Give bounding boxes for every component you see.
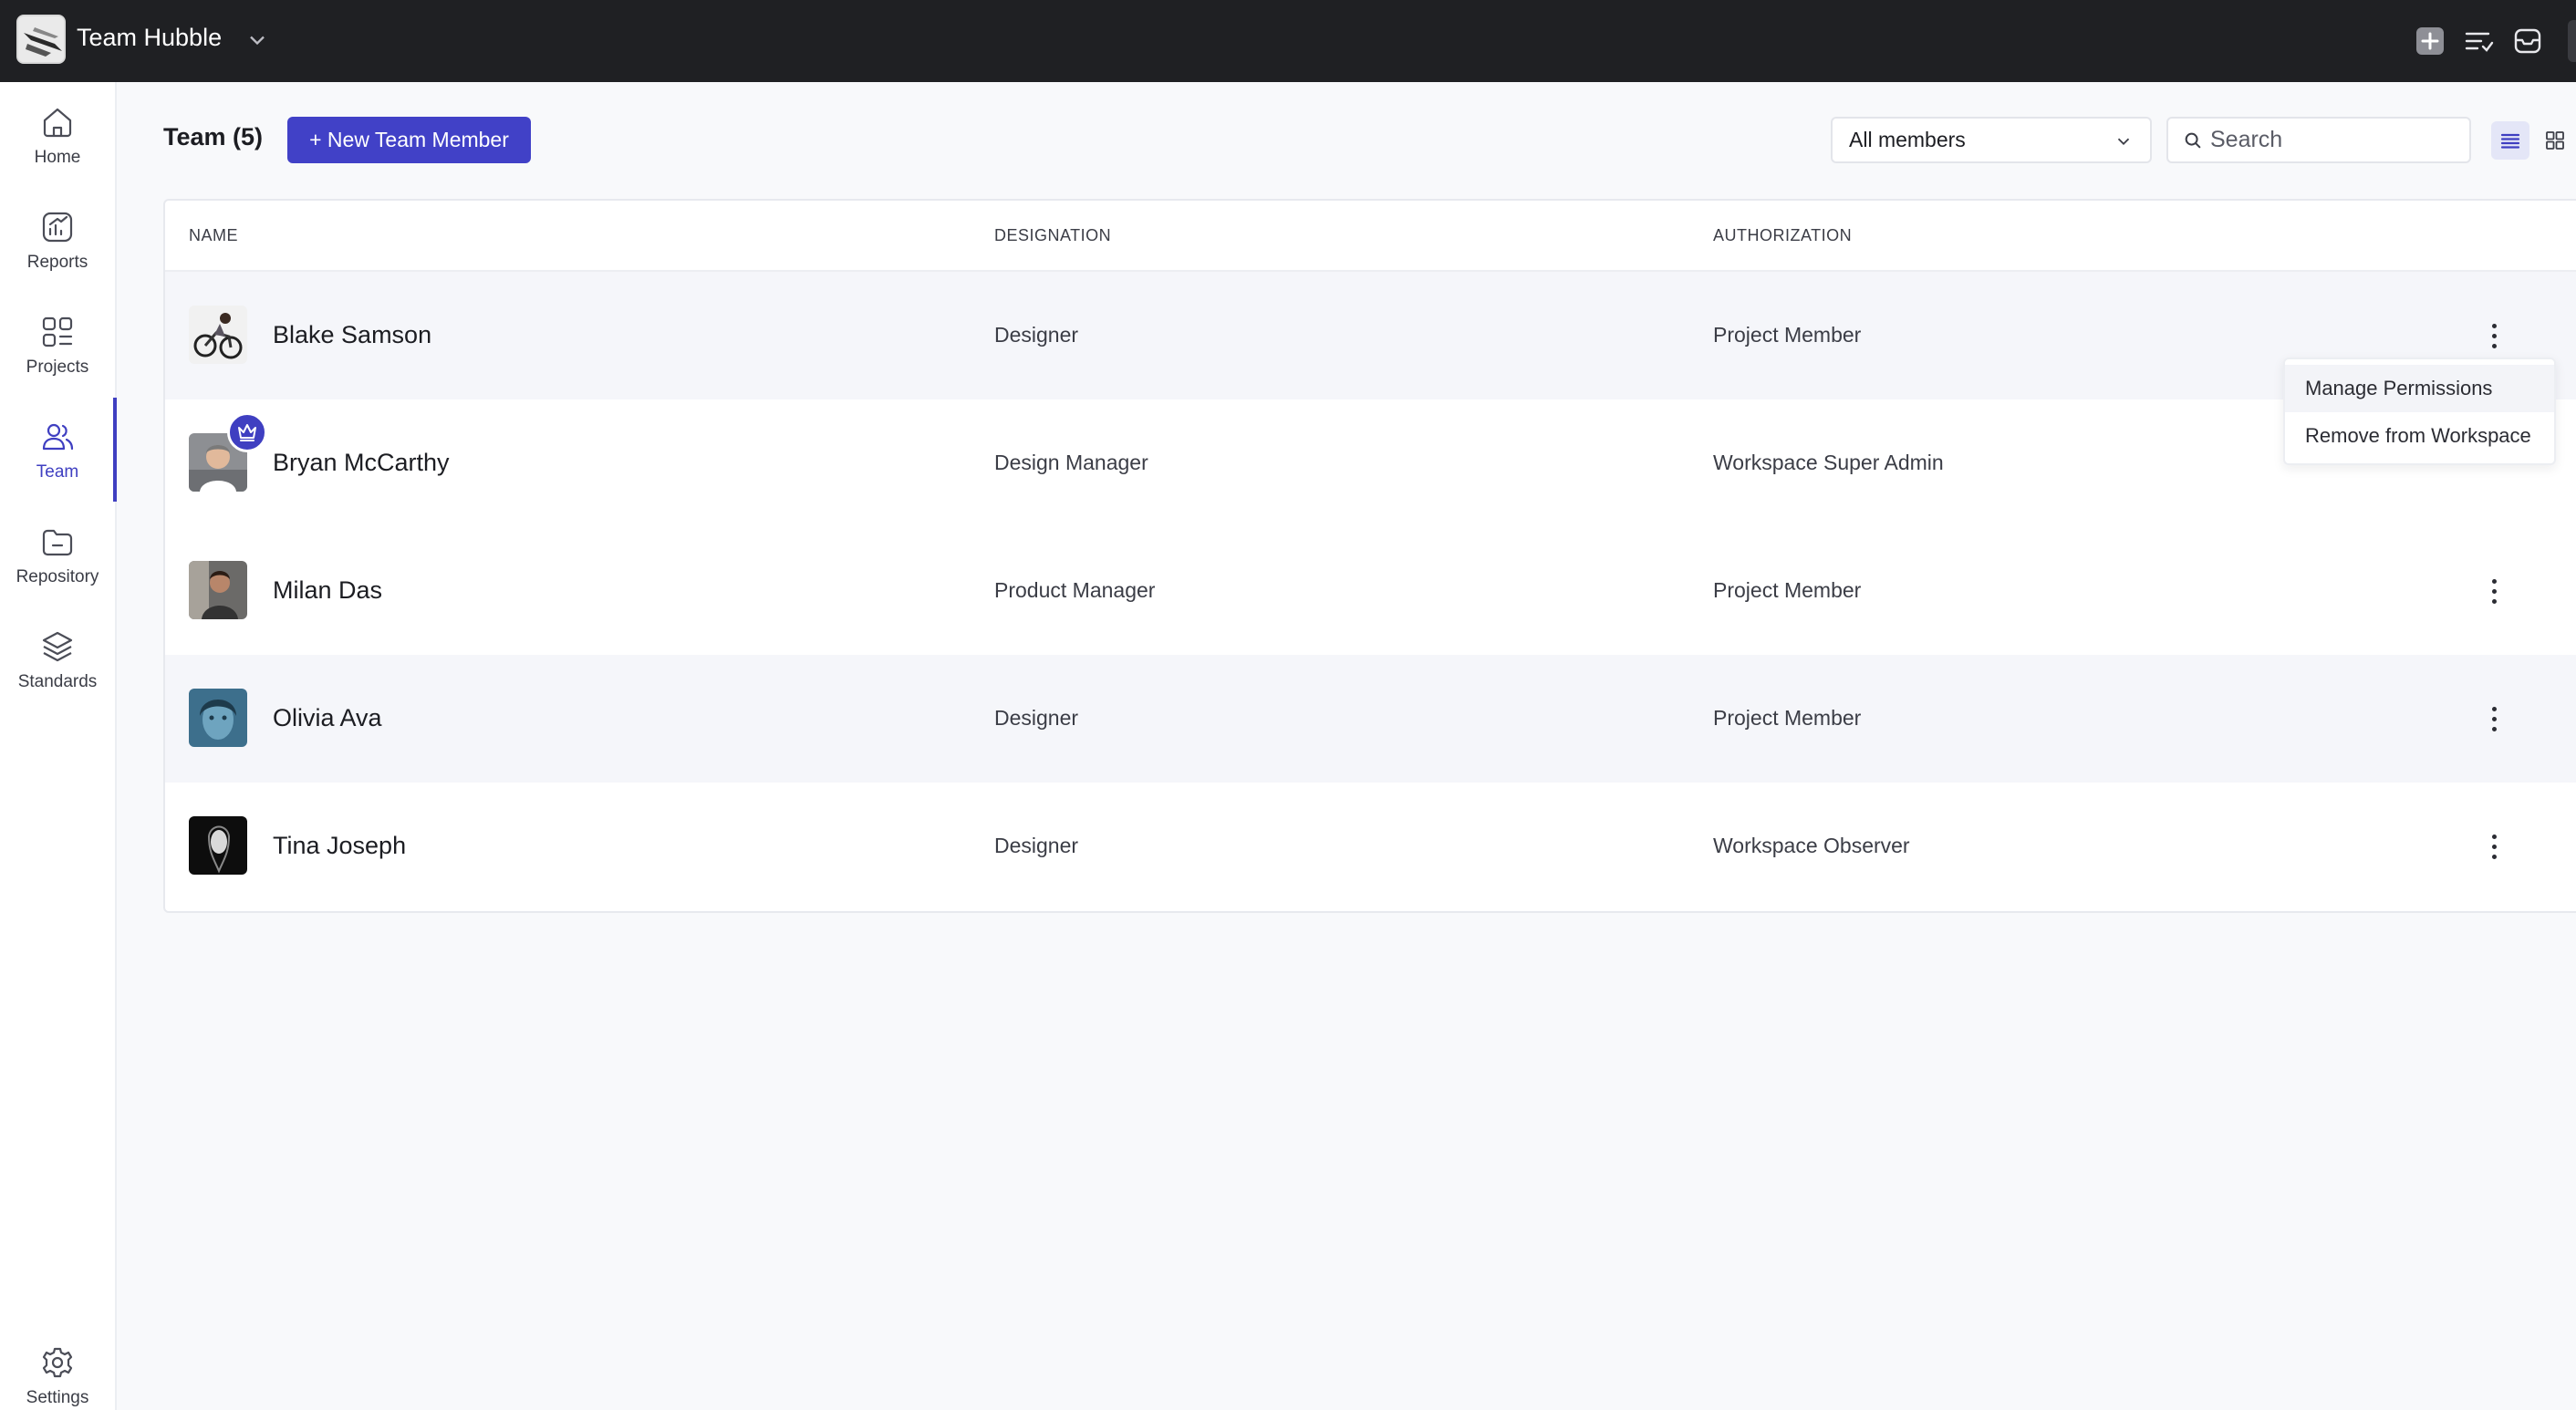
member-name[interactable]: Olivia Ava: [273, 704, 382, 732]
workspace-name[interactable]: Team Hubble: [77, 24, 222, 52]
member-designation: Designer: [994, 706, 1079, 730]
search-box[interactable]: [2166, 117, 2471, 163]
filter-selected-value: All members: [1849, 128, 1966, 151]
search-icon: [2185, 132, 2201, 148]
gear-icon: [42, 1347, 73, 1378]
layers-icon: [42, 631, 73, 662]
grid-view-icon: [2546, 131, 2564, 150]
new-team-member-button[interactable]: + New Team Member: [287, 117, 531, 163]
chevron-down-icon: [2117, 138, 2130, 146]
sidebar: Home Reports Projects Team Repository St…: [0, 82, 117, 1410]
page-title: Team (5): [163, 123, 264, 150]
avatar: [189, 306, 247, 364]
home-icon: [43, 108, 72, 138]
workspace-logo[interactable]: [16, 15, 66, 64]
sidebar-item-label: Home: [34, 148, 81, 167]
sidebar-item-home[interactable]: Home: [0, 100, 115, 192]
member-authorization: Project Member: [1713, 323, 1862, 347]
member-authorization: Workspace Observer: [1713, 834, 1910, 857]
grid-view-button[interactable]: [2536, 121, 2574, 160]
task-list-icon[interactable]: [2463, 25, 2496, 57]
row-actions-menu-button[interactable]: [2476, 699, 2512, 739]
table-row[interactable]: Tina Joseph Designer Workspace Observer: [165, 783, 2576, 910]
table-row[interactable]: Blake Samson Designer Project Member: [165, 272, 2576, 399]
member-authorization: Project Member: [1713, 706, 1862, 730]
table-row[interactable]: Milan Das Product Manager Project Member: [165, 527, 2576, 655]
sidebar-item-label: Repository: [16, 567, 99, 586]
team-table: NAME DESIGNATION AUTHORIZATION Blake Sam…: [163, 199, 2576, 913]
inbox-icon[interactable]: [2511, 25, 2544, 57]
member-authorization: Project Member: [1713, 578, 1862, 602]
sidebar-item-label: Reports: [26, 253, 88, 272]
list-view-icon: [2500, 133, 2520, 149]
member-authorization: Workspace Super Admin: [1713, 451, 1944, 474]
sidebar-item-label: Settings: [26, 1388, 89, 1407]
row-actions-menu-button[interactable]: [2476, 826, 2512, 866]
projects-icon: [42, 316, 73, 347]
member-filter-select[interactable]: All members: [1831, 117, 2152, 163]
sidebar-item-repository[interactable]: Repository: [0, 520, 115, 611]
sidebar-item-label: Standards: [17, 672, 98, 691]
member-name[interactable]: Bryan McCarthy: [273, 449, 450, 477]
sidebar-item-team[interactable]: Team: [0, 415, 115, 506]
row-actions-dropdown: Manage Permissions Remove from Workspace: [2283, 358, 2556, 465]
folder-icon: [42, 529, 73, 556]
member-designation: Design Manager: [994, 451, 1148, 474]
member-name[interactable]: Milan Das: [273, 576, 382, 605]
row-actions-menu-button[interactable]: [2476, 571, 2512, 611]
column-header-name[interactable]: NAME: [189, 226, 238, 245]
member-designation: Designer: [994, 323, 1079, 347]
sidebar-item-reports[interactable]: Reports: [0, 205, 115, 296]
row-actions-menu-button[interactable]: [2476, 316, 2512, 356]
chevron-down-icon[interactable]: [244, 27, 270, 53]
avatar: [189, 816, 247, 875]
sidebar-item-settings[interactable]: Settings: [0, 1341, 115, 1410]
reports-icon: [42, 212, 73, 243]
table-row[interactable]: Olivia Ava Designer Project Member: [165, 655, 2576, 783]
sidebar-item-standards[interactable]: Standards: [0, 625, 115, 716]
search-input[interactable]: [2210, 127, 2447, 153]
sidebar-item-label: Projects: [26, 358, 89, 377]
remove-from-workspace-menu-item[interactable]: Remove from Workspace: [2285, 412, 2554, 460]
avatar: [189, 561, 247, 619]
crown-icon: [238, 424, 256, 441]
member-designation: Product Manager: [994, 578, 1156, 602]
column-header-authorization[interactable]: AUTHORIZATION: [1713, 226, 1852, 245]
team-icon: [42, 423, 74, 451]
profile-avatar-edge[interactable]: [2568, 20, 2576, 62]
table-row[interactable]: Bryan McCarthy Design Manager Workspace …: [165, 399, 2576, 527]
plus-icon[interactable]: [2414, 25, 2446, 57]
list-view-button[interactable]: [2491, 121, 2529, 160]
column-header-designation[interactable]: DESIGNATION: [994, 226, 1111, 245]
member-designation: Designer: [994, 834, 1079, 857]
sidebar-item-label: Team: [36, 462, 79, 482]
active-indicator: [113, 398, 117, 502]
member-name[interactable]: Blake Samson: [273, 321, 431, 349]
manage-permissions-menu-item[interactable]: Manage Permissions: [2285, 365, 2554, 412]
super-admin-badge: [227, 412, 267, 452]
avatar: [189, 689, 247, 747]
sidebar-item-projects[interactable]: Projects: [0, 310, 115, 401]
top-bar: Team Hubble: [0, 0, 2576, 82]
member-name[interactable]: Tina Joseph: [273, 832, 406, 860]
